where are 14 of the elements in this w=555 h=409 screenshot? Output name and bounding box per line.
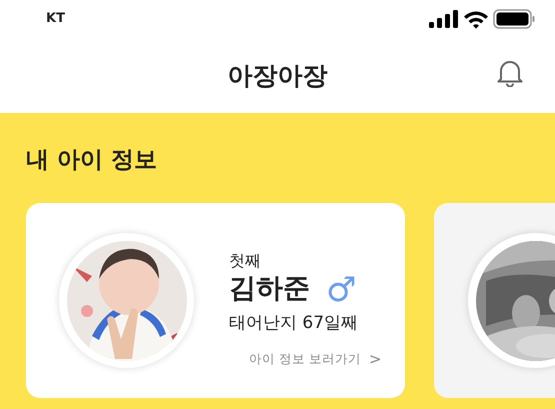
child-name: 김하준 — [229, 273, 310, 306]
carrier-name: KT — [46, 10, 65, 28]
child-info-link[interactable]: 아이 정보 보러가기 > — [249, 348, 382, 370]
child-card[interactable] — [434, 203, 555, 398]
section-title: 내 아이 정보 — [26, 147, 158, 173]
wifi-icon — [463, 10, 489, 28]
battery-icon — [493, 9, 535, 29]
gender-symbol: ♂ — [326, 272, 356, 306]
age-text: 태어난지 67일째 — [229, 312, 360, 334]
signal-icon — [429, 10, 459, 28]
birth-order: 첫째 — [229, 250, 262, 272]
notification-bell-icon[interactable] — [497, 58, 523, 87]
child-card[interactable]: 첫째 김하준 ♂ 태어난지 67일째 아이 정보 보러가기 > — [26, 203, 405, 398]
app-title: 아장아장 — [228, 60, 328, 92]
